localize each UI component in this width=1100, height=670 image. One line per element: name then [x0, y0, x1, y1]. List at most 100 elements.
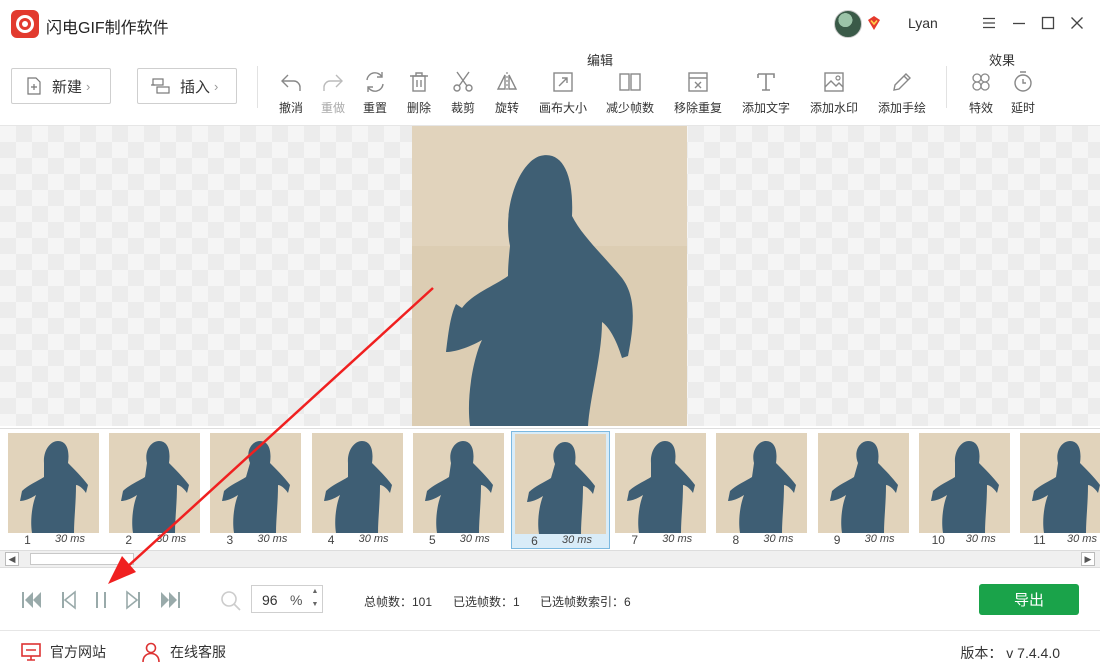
frame-duration: 30 ms [562, 534, 592, 546]
frame-duration: 30 ms [763, 533, 794, 545]
title-bar: 闪电GIF制作软件 Lyan [0, 0, 1100, 46]
insert-button[interactable]: 插入 › [137, 68, 237, 104]
minimize-icon[interactable] [1008, 12, 1030, 34]
menu-icon[interactable] [978, 12, 1000, 34]
reset-button[interactable]: 重置 [360, 70, 390, 116]
effects-button[interactable]: 特效 [966, 70, 996, 116]
crop-label: 裁剪 [450, 101, 475, 115]
frame-image [109, 433, 201, 533]
frame-image [515, 434, 606, 534]
zoom-icon [221, 591, 241, 611]
redo-icon [323, 74, 343, 91]
frame-number: 1 [24, 533, 31, 547]
scroll-left-icon[interactable]: ◀ [5, 552, 19, 566]
delete-button[interactable]: 删除 [404, 70, 434, 116]
scrollbar-thumb[interactable] [30, 553, 134, 565]
frame-image [716, 433, 808, 533]
add-text-label: 添加文字 [741, 101, 790, 115]
delete-label: 删除 [406, 101, 431, 115]
crop-button[interactable]: 裁剪 [448, 70, 478, 116]
frame-image [1020, 433, 1100, 533]
maximize-icon[interactable] [1037, 12, 1059, 34]
rotate-button[interactable]: 旋转 [492, 70, 522, 116]
new-button[interactable]: 新建 › [11, 68, 111, 104]
toolbar: 新建 › 插入 › 编辑 撤消 重做 重置 删除 裁剪 旋转 画布大小 减少帧数… [0, 46, 1100, 126]
frame-thumbnail[interactable]: 2 30 ms [106, 431, 205, 549]
zoom-up-icon[interactable]: ▲ [309, 588, 321, 595]
official-website-link[interactable]: 官方网站 [20, 641, 106, 663]
zoom-input[interactable]: 96 % ▲ ▼ [251, 585, 323, 613]
insert-button-label: 插入 [180, 78, 211, 96]
reduce-frames-button[interactable]: 减少帧数 [605, 70, 655, 116]
frame-number: 7 [631, 533, 639, 547]
next-frame-icon[interactable] [122, 589, 146, 611]
text-icon [757, 73, 775, 91]
frame-duration: 30 ms [55, 533, 85, 545]
frame-thumbnail[interactable]: 3 30 ms [207, 431, 306, 549]
frame-duration: 30 ms [156, 533, 187, 545]
frame-duration: 30 ms [358, 533, 389, 545]
frame-thumbnail[interactable]: 11 30 ms [1017, 431, 1100, 549]
frame-image [615, 433, 707, 533]
canvas-size-label: 画布大小 [538, 101, 587, 115]
zoom-value[interactable]: 96 [262, 592, 278, 608]
close-icon[interactable] [1066, 12, 1088, 34]
frame-number: 3 [226, 533, 234, 547]
gif-preview-image[interactable] [412, 126, 687, 426]
first-frame-icon[interactable] [20, 589, 44, 611]
effects-group-label: 效果 [989, 53, 1016, 68]
redo-label: 重做 [320, 101, 345, 115]
frame-thumbnail[interactable]: 1 30 ms [5, 431, 104, 549]
frame-thumbnail[interactable]: 4 30 ms [309, 431, 408, 549]
frame-number: 2 [125, 533, 133, 547]
add-watermark-button[interactable]: 添加水印 [809, 70, 859, 116]
frame-image [918, 433, 1010, 533]
previous-frame-icon[interactable] [56, 589, 80, 611]
frame-duration: 30 ms [459, 533, 490, 545]
frame-number: 11 [1033, 533, 1046, 547]
timer-icon [1014, 71, 1032, 92]
frame-thumbnail[interactable]: 7 30 ms [612, 431, 711, 549]
redo-button[interactable]: 重做 [318, 70, 348, 116]
frame-thumbnail[interactable]: 9 30 ms [815, 431, 914, 549]
flip-icon [496, 72, 518, 92]
scroll-right-icon[interactable]: ▶ [1081, 552, 1095, 566]
frame-duration: 30 ms [965, 533, 996, 545]
filmstrip-scrollbar[interactable]: ◀ ▶ [0, 550, 1100, 568]
canvas-size-button[interactable]: 画布大小 [538, 70, 588, 116]
trash-icon [410, 72, 428, 92]
resize-icon [553, 72, 573, 92]
frame-thumbnail[interactable]: 5 30 ms [410, 431, 509, 549]
monitor-icon [21, 643, 41, 661]
new-button-label: 新建 [52, 78, 83, 96]
add-text-button[interactable]: 添加文字 [741, 70, 791, 116]
version-text: 版本： v 7.4.4.0 [960, 645, 1060, 661]
frame-thumbnail[interactable]: 8 30 ms [713, 431, 812, 549]
vip-badge-icon[interactable] [866, 15, 882, 31]
add-drawing-button[interactable]: 添加手绘 [877, 70, 927, 116]
playback-controls: 96 % ▲ ▼ 总帧数：101 已选帧数：1 已选帧数索引：6 导出 [0, 570, 1100, 630]
add-drawing-label: 添加手绘 [877, 101, 926, 115]
frame-image [412, 433, 504, 533]
remove-duplicate-button[interactable]: 移除重复 [673, 70, 723, 116]
zoom-down-icon[interactable]: ▼ [309, 601, 321, 608]
export-button[interactable]: 导出 [979, 584, 1079, 615]
new-file-icon [27, 77, 41, 95]
username[interactable]: Lyan [908, 15, 938, 31]
frame-duration: 30 ms [864, 533, 895, 545]
delay-label: 延时 [1010, 101, 1035, 115]
frame-thumbnail[interactable]: 10 30 ms [916, 431, 1015, 549]
user-avatar[interactable] [834, 10, 862, 38]
undo-label: 撤消 [278, 101, 303, 115]
app-window: 闪电GIF制作软件 Lyan 新建 › 插入 › 编辑 撤消 重做 重置 删除 … [0, 0, 1100, 670]
frame-number: 9 [833, 533, 841, 547]
frame-thumbnail[interactable]: 6 30 ms [511, 431, 610, 549]
delay-button[interactable]: 延时 [1008, 70, 1038, 116]
last-frame-icon[interactable] [158, 589, 182, 611]
frame-number: 4 [327, 533, 335, 547]
frame-duration: 30 ms [662, 533, 693, 545]
undo-button[interactable]: 撤消 [276, 70, 306, 116]
pause-icon[interactable] [89, 589, 113, 611]
scissors-icon [453, 71, 473, 92]
online-support-link[interactable]: 在线客服 [140, 641, 226, 663]
